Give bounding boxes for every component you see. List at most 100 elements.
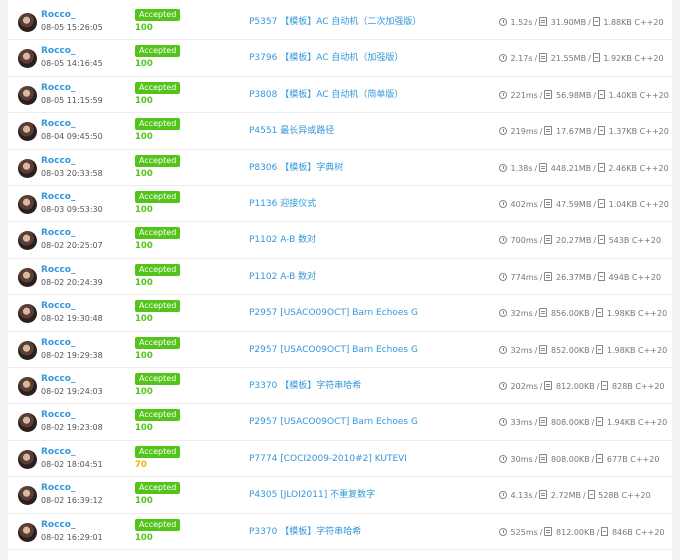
username-link[interactable]: Rocco_ <box>41 82 75 94</box>
status-badge[interactable]: Accepted <box>135 518 181 531</box>
username-link[interactable]: Rocco_ <box>41 373 75 385</box>
problem-link[interactable]: P5357 【模板】AC 自动机（二次加强版） <box>249 16 421 28</box>
problem-link[interactable]: P2957 [USACO09OCT] Barn Echoes G <box>249 344 418 356</box>
status-badge[interactable]: Accepted <box>135 373 181 385</box>
separator: / <box>593 90 597 100</box>
problem-link[interactable]: P7774 [COCI2009-2010#2] KUTEVI <box>249 453 407 465</box>
clock-icon <box>499 418 507 427</box>
submission-row: Rocco_ 08-02 19:23:08 Accepted 100 P2957… <box>8 404 672 441</box>
separator: / <box>588 54 591 64</box>
submission-row: Rocco_ 08-05 14:16:45 Accepted 100 P3796… <box>8 40 672 77</box>
score: 100 <box>135 59 153 70</box>
memory-icon <box>539 17 548 26</box>
username-link[interactable]: Rocco_ <box>41 337 75 349</box>
avatar[interactable] <box>18 85 37 105</box>
code-size: 528B <box>598 491 619 501</box>
clock-icon <box>499 200 507 208</box>
username-link[interactable]: Rocco_ <box>41 300 75 312</box>
submission-stats: 219ms/ 17.67MB/ 1.37KB C++20 <box>499 126 669 137</box>
separator: / <box>593 200 597 209</box>
status-badge[interactable]: Accepted <box>135 81 181 94</box>
code-size: 1.98KB <box>606 345 636 355</box>
file-icon <box>596 453 604 463</box>
username-link[interactable]: Rocco_ <box>41 191 75 203</box>
status-badge[interactable]: Accepted <box>135 191 181 203</box>
problem-link[interactable]: P3808 【模板】AC 自动机（简单版） <box>249 89 403 101</box>
language: C++20 <box>635 382 665 391</box>
problem-link[interactable]: P3370 【模板】字符串哈希 <box>249 380 361 392</box>
avatar[interactable] <box>18 195 37 214</box>
status-badge[interactable]: Accepted <box>135 9 181 21</box>
submit-time: 08-05 14:16:45 <box>41 59 103 69</box>
file-icon <box>592 53 600 63</box>
username-link[interactable]: Rocco_ <box>41 446 75 458</box>
code-size: 1.88KB <box>603 18 632 27</box>
file-icon <box>596 417 604 427</box>
problem-link[interactable]: P4551 最长异或路径 <box>249 125 334 137</box>
problem-link[interactable]: P2957 [USACO09OCT] Barn Echoes G <box>249 416 418 428</box>
separator: / <box>534 18 538 27</box>
problem-link[interactable]: P1136 迎接仪式 <box>249 198 316 210</box>
status-badge[interactable]: Accepted <box>135 336 181 349</box>
submission-row: Rocco_ 08-02 19:30:48 Accepted 100 P2957… <box>8 295 672 332</box>
problem-link[interactable]: P1102 A-B 数对 <box>249 271 316 283</box>
username-link[interactable]: Rocco_ <box>41 227 75 239</box>
avatar[interactable] <box>18 486 37 506</box>
avatar[interactable] <box>18 13 37 32</box>
score: 100 <box>135 532 153 543</box>
avatar[interactable] <box>18 122 37 142</box>
username-link[interactable]: Rocco_ <box>41 409 75 421</box>
avatar[interactable] <box>18 304 37 324</box>
username-link[interactable]: Rocco_ <box>41 482 75 494</box>
problem-link[interactable]: P8306 【模板】字典树 <box>249 162 343 174</box>
problem-link[interactable]: P3796 【模板】AC 自动机（加强版） <box>249 52 403 64</box>
status-badge[interactable]: Accepted <box>135 409 181 422</box>
language: C++20 <box>638 309 668 319</box>
status-badge[interactable]: Accepted <box>135 482 181 495</box>
submission-row: Rocco_ 08-03 20:33:58 Accepted 100 P8306… <box>8 150 672 186</box>
username-link[interactable]: Rocco_ <box>41 264 75 276</box>
avatar[interactable] <box>18 231 37 251</box>
avatar[interactable] <box>18 158 37 178</box>
avatar[interactable] <box>18 413 37 433</box>
avatar[interactable] <box>18 267 37 287</box>
problem-link[interactable]: P4305 [JLOI2011] 不重复数字 <box>249 489 375 501</box>
username-link[interactable]: Rocco_ <box>41 155 75 167</box>
code-size: 677B <box>606 454 628 464</box>
status-badge[interactable]: Accepted <box>135 227 181 240</box>
score: 100 <box>135 350 153 361</box>
username-link[interactable]: Rocco_ <box>41 9 75 21</box>
separator: / <box>593 236 597 246</box>
submission-stats: 525ms/ 812.00KB/ 846B C++20 <box>499 526 665 538</box>
avatar[interactable] <box>18 49 37 69</box>
avatar[interactable] <box>18 522 37 542</box>
memory-icon <box>544 271 553 281</box>
username-link[interactable]: Rocco_ <box>41 118 75 130</box>
status-badge[interactable]: Accepted <box>135 45 181 58</box>
problem-link[interactable]: P3370 【模板】字符串哈希 <box>249 526 361 538</box>
memory: 448.21MB <box>550 163 592 173</box>
separator: / <box>534 491 538 501</box>
status-badge[interactable]: Accepted <box>135 118 181 131</box>
runtime: 219ms <box>510 127 538 137</box>
memory-icon <box>544 199 553 208</box>
avatar[interactable] <box>18 449 37 469</box>
problem-link[interactable]: P1102 A-B 数对 <box>249 234 316 246</box>
separator: / <box>539 382 543 391</box>
submission-stats: 774ms/ 26.37MB/ 494B C++20 <box>499 271 661 283</box>
status-badge[interactable]: Accepted <box>135 300 181 313</box>
avatar[interactable] <box>18 340 37 360</box>
file-icon <box>598 199 606 208</box>
avatar[interactable] <box>18 377 37 396</box>
separator: / <box>539 236 543 246</box>
status-badge[interactable]: Accepted <box>135 263 181 276</box>
username-link[interactable]: Rocco_ <box>41 519 75 531</box>
code-size: 543B <box>608 236 630 246</box>
separator: / <box>539 127 543 137</box>
status-badge[interactable]: Accepted <box>135 445 181 458</box>
file-icon <box>596 308 604 318</box>
username-link[interactable]: Rocco_ <box>41 45 75 57</box>
status-badge[interactable]: Accepted <box>135 154 181 167</box>
memory-icon <box>544 526 553 536</box>
problem-link[interactable]: P2957 [USACO09OCT] Barn Echoes G <box>249 307 418 319</box>
